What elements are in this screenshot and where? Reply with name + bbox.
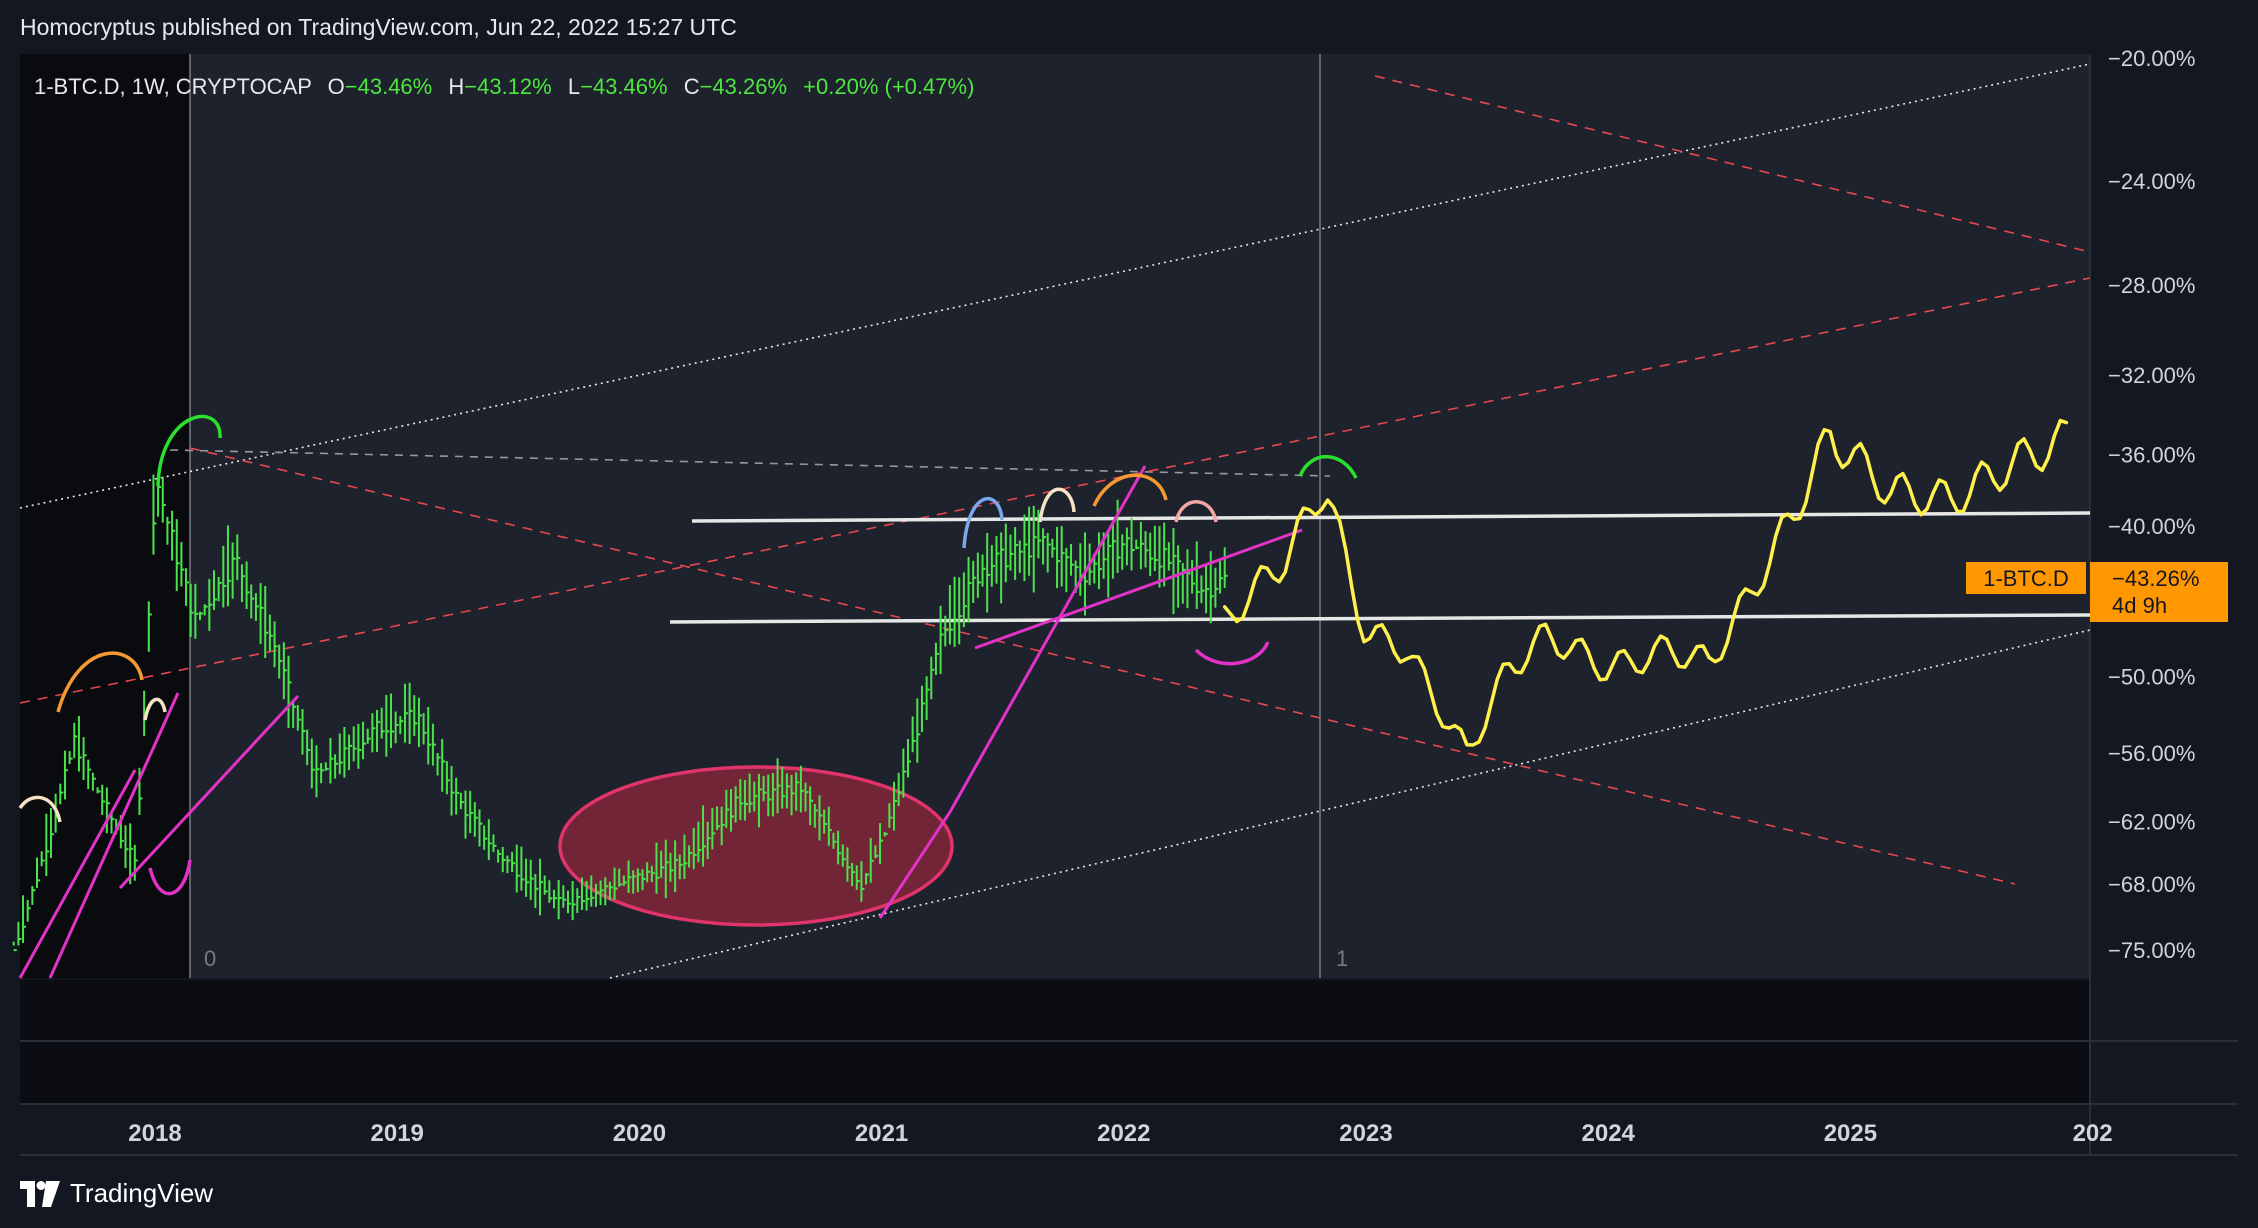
legend-h-value: −43.12% (464, 74, 551, 99)
legend-l-value: −43.46% (580, 74, 667, 99)
y-tick-label: −32.00% (2108, 363, 2195, 388)
price-axis[interactable]: −20.00% −24.00% −28.00% −32.00% −36.00% −40.0… (2108, 46, 2195, 963)
indicator-pane[interactable] (20, 980, 2090, 1041)
time-axis[interactable]: 2018 2019 2020 2021 2022 2023 2024 2025 202 (128, 1120, 2112, 1147)
x-tick-label: 2018 (128, 1120, 181, 1147)
brand-name: TradingView (70, 1178, 214, 1208)
x-tick-label: 2020 (613, 1120, 666, 1147)
chart[interactable]: 0 1 1-BTC.D, 1W, CRYPTOCAP O−43.46% H−43… (0, 0, 2258, 1228)
tradingview-logo-icon (20, 1180, 60, 1207)
x-tick-label: 202 (2073, 1120, 2113, 1147)
x-tick-label: 2024 (1582, 1120, 1636, 1147)
legend-o-value: −43.46% (345, 74, 432, 99)
symbol-tag-label: 1-BTC.D (1983, 566, 2069, 591)
marker-label-0: 0 (204, 946, 216, 971)
y-tick-label: −24.00% (2108, 169, 2195, 194)
y-tick-label: −62.00% (2108, 810, 2195, 835)
x-tick-label: 2019 (371, 1120, 424, 1147)
x-tick-label: 2022 (1097, 1120, 1150, 1147)
x-tick-label: 2025 (1824, 1120, 1877, 1147)
legend-c-value: −43.26% (700, 74, 787, 99)
y-tick-label: −20.00% (2108, 46, 2195, 71)
legend-l-label: L (568, 74, 580, 99)
marker-label-1: 1 (1336, 946, 1348, 971)
legend-h-label: H (448, 74, 464, 99)
price-tag-countdown: 4d 9h (2112, 593, 2167, 618)
x-tick-label: 2023 (1339, 1120, 1392, 1147)
y-tick-label: −40.00% (2108, 514, 2195, 539)
y-tick-label: −56.00% (2108, 741, 2195, 766)
y-tick-label: −28.00% (2108, 273, 2195, 298)
price-tag-value: −43.26% (2112, 566, 2199, 591)
indicator-pane-2[interactable] (20, 1042, 2090, 1103)
y-tick-label: −50.00% (2108, 664, 2195, 689)
tradingview-brand[interactable]: TradingView (20, 1178, 213, 1209)
legend-c-label: C (684, 74, 700, 99)
y-tick-label: −36.00% (2108, 443, 2195, 468)
y-tick-label: −75.00% (2108, 938, 2195, 963)
legend-o-label: O (328, 74, 345, 99)
legend-symbol: 1-BTC.D, 1W, CRYPTOCAP (34, 74, 312, 99)
y-tick-label: −68.00% (2108, 872, 2195, 897)
x-tick-label: 2021 (855, 1120, 908, 1147)
legend-change: +0.20% (+0.47%) (803, 74, 974, 99)
ohlc-legend: 1-BTC.D, 1W, CRYPTOCAP O−43.46% H−43.12%… (34, 74, 974, 99)
